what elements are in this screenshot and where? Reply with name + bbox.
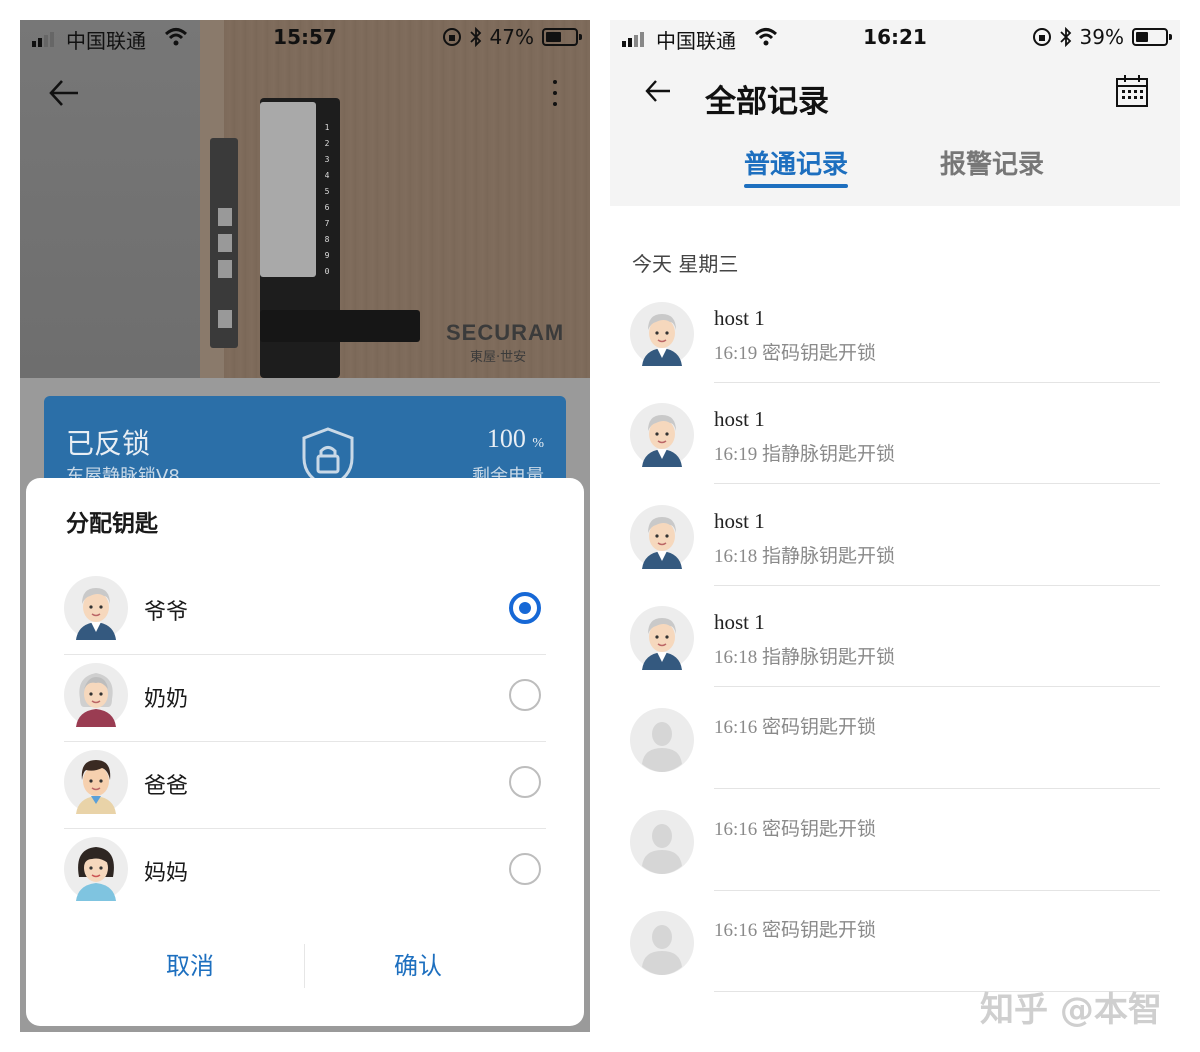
- battery-percent: 39%: [1079, 25, 1124, 49]
- confirm-button[interactable]: 确认: [318, 944, 518, 988]
- radio-unselected[interactable]: [509, 679, 541, 711]
- battery-icon: [542, 28, 582, 46]
- radio-selected[interactable]: [509, 592, 541, 624]
- battery-value: 100: [486, 424, 526, 453]
- back-arrow-icon[interactable]: [48, 78, 80, 108]
- left-screen: 1234567890 SECURAM 東屋·世安 中国联通 15:57 47% …: [20, 20, 590, 1032]
- record-item[interactable]: host 1 16:18 指静脉钥匙开锁: [630, 505, 1160, 606]
- active-tab-indicator: [744, 184, 848, 188]
- bluetooth-icon: [1059, 27, 1071, 47]
- option-label: 爷爷: [144, 600, 189, 625]
- right-screen: 中国联通 16:21 39% 全部记录 普通记录 报警记录 今天 星期三 hos…: [610, 20, 1180, 1032]
- record-action: 16:18 指静脉钥匙开锁: [714, 647, 896, 668]
- option-label: 奶奶: [144, 687, 189, 712]
- calendar-icon[interactable]: [1115, 74, 1149, 108]
- option-mom[interactable]: 妈妈: [64, 829, 546, 916]
- tab-normal-records[interactable]: 普通记录: [744, 144, 848, 181]
- record-action: 16:19 密码钥匙开锁: [714, 343, 877, 364]
- record-user: host 1: [714, 306, 765, 330]
- default-user-avatar: [630, 911, 694, 975]
- orientation-lock-icon: [1032, 28, 1051, 46]
- records-header: 全部记录 普通记录 报警记录: [610, 58, 1180, 206]
- grandpa-avatar: [630, 505, 694, 569]
- record-item[interactable]: host 1 16:19 密码钥匙开锁: [630, 302, 1160, 403]
- record-action: 16:16 密码钥匙开锁: [714, 717, 877, 738]
- radio-unselected[interactable]: [509, 766, 541, 798]
- option-grandma[interactable]: 奶奶: [64, 655, 546, 742]
- grandpa-avatar: [630, 403, 694, 467]
- record-action: 16:16 密码钥匙开锁: [714, 920, 877, 941]
- page-title: 全部记录: [705, 84, 829, 120]
- grandpa-avatar: [64, 576, 128, 640]
- option-label: 妈妈: [144, 861, 189, 886]
- lock-photo: 1234567890 SECURAM 東屋·世安: [20, 20, 590, 378]
- watermark: 知乎 @本智: [980, 990, 1162, 1030]
- record-action: 16:18 指静脉钥匙开锁: [714, 546, 896, 567]
- battery-icon: [1132, 28, 1172, 46]
- battery-unit: %: [532, 436, 544, 451]
- record-item[interactable]: host 1 16:18 指静脉钥匙开锁: [630, 606, 1160, 707]
- tab-alarm-records[interactable]: 报警记录: [940, 144, 1044, 181]
- bluetooth-icon: [469, 27, 481, 47]
- battery-percent: 47%: [489, 25, 534, 49]
- mom-avatar: [64, 837, 128, 901]
- option-label: 爸爸: [144, 774, 189, 799]
- status-bar: 中国联通 15:57 47%: [20, 20, 590, 58]
- default-user-avatar: [630, 708, 694, 772]
- dad-avatar: [64, 750, 128, 814]
- assign-key-dialog: 分配钥匙 爷爷 奶奶 爸爸 妈妈 取消 确认: [26, 478, 584, 1026]
- grandpa-avatar: [630, 606, 694, 670]
- record-item[interactable]: 16:16 密码钥匙开锁: [630, 708, 1160, 809]
- option-grandpa[interactable]: 爷爷: [64, 568, 546, 655]
- more-menu-icon[interactable]: [552, 80, 558, 110]
- back-arrow-icon[interactable]: [644, 78, 672, 104]
- date-label: 今天 星期三: [632, 252, 739, 276]
- record-action: 16:19 指静脉钥匙开锁: [714, 444, 896, 465]
- grandma-avatar: [64, 663, 128, 727]
- brand-logo: SECURAM: [446, 320, 565, 345]
- default-user-avatar: [630, 810, 694, 874]
- record-user: host 1: [714, 509, 765, 533]
- grandpa-avatar: [630, 302, 694, 366]
- record-item[interactable]: host 1 16:19 指静脉钥匙开锁: [630, 403, 1160, 504]
- dialog-title: 分配钥匙: [66, 511, 158, 537]
- record-item[interactable]: 16:16 密码钥匙开锁: [630, 810, 1160, 911]
- record-user: host 1: [714, 407, 765, 431]
- option-dad[interactable]: 爸爸: [64, 742, 546, 829]
- cancel-button[interactable]: 取消: [90, 944, 290, 988]
- orientation-lock-icon: [442, 28, 461, 46]
- brand-sub: 東屋·世安: [470, 350, 527, 365]
- record-action: 16:16 密码钥匙开锁: [714, 819, 877, 840]
- record-user: host 1: [714, 610, 765, 634]
- lock-state: 已反锁: [66, 427, 151, 460]
- radio-unselected[interactable]: [509, 853, 541, 885]
- status-bar: 中国联通 16:21 39%: [610, 20, 1180, 58]
